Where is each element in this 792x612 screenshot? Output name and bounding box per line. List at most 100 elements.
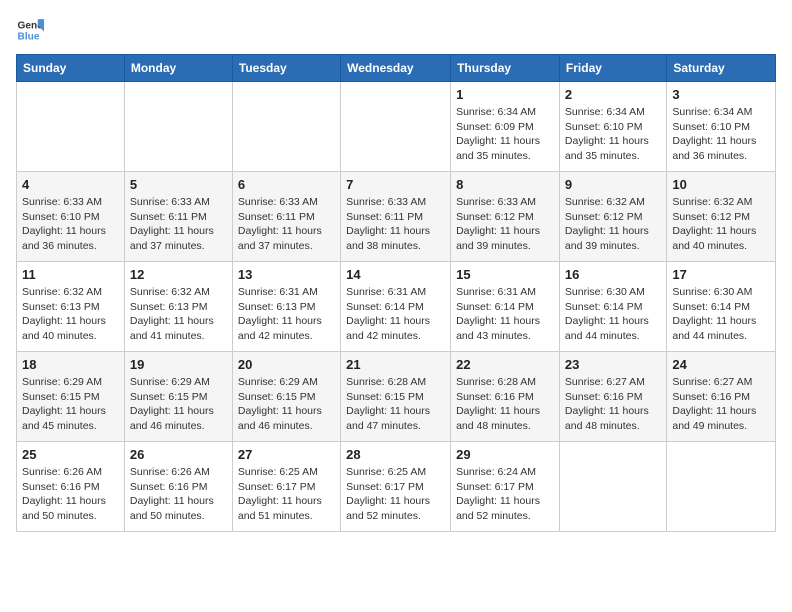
calendar-cell: 2 Sunrise: 6:34 AM Sunset: 6:10 PM Daylig… xyxy=(559,82,666,172)
day-info: Sunrise: 6:25 AM Sunset: 6:17 PM Dayligh… xyxy=(346,465,445,524)
calendar-cell: 27 Sunrise: 6:25 AM Sunset: 6:17 PM Dayli… xyxy=(232,442,340,532)
day-info: Sunrise: 6:33 AM Sunset: 6:11 PM Dayligh… xyxy=(238,195,335,254)
calendar-cell: 16 Sunrise: 6:30 AM Sunset: 6:14 PM Dayli… xyxy=(559,262,666,352)
calendar-cell: 12 Sunrise: 6:32 AM Sunset: 6:13 PM Dayli… xyxy=(124,262,232,352)
calendar-cell: 5 Sunrise: 6:33 AM Sunset: 6:11 PM Daylig… xyxy=(124,172,232,262)
day-number: 24 xyxy=(672,357,770,372)
day-number: 20 xyxy=(238,357,335,372)
day-info: Sunrise: 6:33 AM Sunset: 6:11 PM Dayligh… xyxy=(346,195,445,254)
column-header-sunday: Sunday xyxy=(17,55,125,82)
day-number: 22 xyxy=(456,357,554,372)
calendar-cell: 8 Sunrise: 6:33 AM Sunset: 6:12 PM Daylig… xyxy=(451,172,560,262)
calendar-cell: 3 Sunrise: 6:34 AM Sunset: 6:10 PM Daylig… xyxy=(667,82,776,172)
day-info: Sunrise: 6:29 AM Sunset: 6:15 PM Dayligh… xyxy=(238,375,335,434)
calendar-cell xyxy=(124,82,232,172)
calendar-week-row: 1 Sunrise: 6:34 AM Sunset: 6:09 PM Daylig… xyxy=(17,82,776,172)
calendar-cell: 15 Sunrise: 6:31 AM Sunset: 6:14 PM Dayli… xyxy=(451,262,560,352)
calendar-cell xyxy=(17,82,125,172)
day-info: Sunrise: 6:34 AM Sunset: 6:10 PM Dayligh… xyxy=(565,105,661,164)
calendar-cell: 1 Sunrise: 6:34 AM Sunset: 6:09 PM Daylig… xyxy=(451,82,560,172)
day-number: 27 xyxy=(238,447,335,462)
calendar-cell: 26 Sunrise: 6:26 AM Sunset: 6:16 PM Dayli… xyxy=(124,442,232,532)
calendar-cell: 29 Sunrise: 6:24 AM Sunset: 6:17 PM Dayli… xyxy=(451,442,560,532)
calendar-week-row: 18 Sunrise: 6:29 AM Sunset: 6:15 PM Dayli… xyxy=(17,352,776,442)
calendar-cell: 13 Sunrise: 6:31 AM Sunset: 6:13 PM Dayli… xyxy=(232,262,340,352)
day-number: 17 xyxy=(672,267,770,282)
calendar-table: SundayMondayTuesdayWednesdayThursdayFrid… xyxy=(16,54,776,532)
day-number: 28 xyxy=(346,447,445,462)
day-number: 2 xyxy=(565,87,661,102)
calendar-cell: 17 Sunrise: 6:30 AM Sunset: 6:14 PM Dayli… xyxy=(667,262,776,352)
day-info: Sunrise: 6:29 AM Sunset: 6:15 PM Dayligh… xyxy=(130,375,227,434)
calendar-header-row: SundayMondayTuesdayWednesdayThursdayFrid… xyxy=(17,55,776,82)
day-number: 25 xyxy=(22,447,119,462)
calendar-cell: 20 Sunrise: 6:29 AM Sunset: 6:15 PM Dayli… xyxy=(232,352,340,442)
day-number: 23 xyxy=(565,357,661,372)
day-info: Sunrise: 6:33 AM Sunset: 6:11 PM Dayligh… xyxy=(130,195,227,254)
day-number: 4 xyxy=(22,177,119,192)
calendar-cell: 21Sunrise: 6:28 AM Sunset: 6:15 PM Dayli… xyxy=(341,352,451,442)
day-info: Sunrise: 6:26 AM Sunset: 6:16 PM Dayligh… xyxy=(130,465,227,524)
calendar-cell: 23Sunrise: 6:27 AM Sunset: 6:16 PM Dayli… xyxy=(559,352,666,442)
column-header-friday: Friday xyxy=(559,55,666,82)
day-info: Sunrise: 6:32 AM Sunset: 6:12 PM Dayligh… xyxy=(565,195,661,254)
calendar-cell: 7 Sunrise: 6:33 AM Sunset: 6:11 PM Daylig… xyxy=(341,172,451,262)
day-info: Sunrise: 6:32 AM Sunset: 6:13 PM Dayligh… xyxy=(22,285,119,344)
day-number: 19 xyxy=(130,357,227,372)
calendar-cell: 11 Sunrise: 6:32 AM Sunset: 6:13 PM Dayli… xyxy=(17,262,125,352)
calendar-cell xyxy=(667,442,776,532)
day-info: Sunrise: 6:27 AM Sunset: 6:16 PM Dayligh… xyxy=(672,375,770,434)
calendar-cell: 4 Sunrise: 6:33 AM Sunset: 6:10 PM Daylig… xyxy=(17,172,125,262)
day-info: Sunrise: 6:32 AM Sunset: 6:12 PM Dayligh… xyxy=(672,195,770,254)
column-header-monday: Monday xyxy=(124,55,232,82)
day-info: Sunrise: 6:26 AM Sunset: 6:16 PM Dayligh… xyxy=(22,465,119,524)
day-number: 7 xyxy=(346,177,445,192)
day-info: Sunrise: 6:31 AM Sunset: 6:14 PM Dayligh… xyxy=(456,285,554,344)
svg-text:Blue: Blue xyxy=(18,31,40,42)
calendar-cell: 6 Sunrise: 6:33 AM Sunset: 6:11 PM Daylig… xyxy=(232,172,340,262)
calendar-cell xyxy=(232,82,340,172)
day-info: Sunrise: 6:24 AM Sunset: 6:17 PM Dayligh… xyxy=(456,465,554,524)
day-info: Sunrise: 6:34 AM Sunset: 6:10 PM Dayligh… xyxy=(672,105,770,164)
day-number: 12 xyxy=(130,267,227,282)
calendar-cell: 28 Sunrise: 6:25 AM Sunset: 6:17 PM Dayli… xyxy=(341,442,451,532)
day-number: 8 xyxy=(456,177,554,192)
day-number: 16 xyxy=(565,267,661,282)
logo: General Blue xyxy=(16,16,44,44)
column-header-thursday: Thursday xyxy=(451,55,560,82)
day-info: Sunrise: 6:31 AM Sunset: 6:14 PM Dayligh… xyxy=(346,285,445,344)
day-number: 14 xyxy=(346,267,445,282)
day-number: 13 xyxy=(238,267,335,282)
calendar-cell: 22Sunrise: 6:28 AM Sunset: 6:16 PM Dayli… xyxy=(451,352,560,442)
day-number: 15 xyxy=(456,267,554,282)
day-number: 3 xyxy=(672,87,770,102)
day-info: Sunrise: 6:33 AM Sunset: 6:10 PM Dayligh… xyxy=(22,195,119,254)
day-info: Sunrise: 6:32 AM Sunset: 6:13 PM Dayligh… xyxy=(130,285,227,344)
day-number: 1 xyxy=(456,87,554,102)
column-header-wednesday: Wednesday xyxy=(341,55,451,82)
day-info: Sunrise: 6:25 AM Sunset: 6:17 PM Dayligh… xyxy=(238,465,335,524)
day-info: Sunrise: 6:31 AM Sunset: 6:13 PM Dayligh… xyxy=(238,285,335,344)
day-number: 9 xyxy=(565,177,661,192)
day-info: Sunrise: 6:30 AM Sunset: 6:14 PM Dayligh… xyxy=(672,285,770,344)
day-info: Sunrise: 6:29 AM Sunset: 6:15 PM Dayligh… xyxy=(22,375,119,434)
calendar-cell: 14 Sunrise: 6:31 AM Sunset: 6:14 PM Dayli… xyxy=(341,262,451,352)
day-number: 26 xyxy=(130,447,227,462)
day-info: Sunrise: 6:30 AM Sunset: 6:14 PM Dayligh… xyxy=(565,285,661,344)
day-info: Sunrise: 6:33 AM Sunset: 6:12 PM Dayligh… xyxy=(456,195,554,254)
day-number: 29 xyxy=(456,447,554,462)
day-number: 11 xyxy=(22,267,119,282)
calendar-cell: 18 Sunrise: 6:29 AM Sunset: 6:15 PM Dayli… xyxy=(17,352,125,442)
day-info: Sunrise: 6:28 AM Sunset: 6:15 PM Dayligh… xyxy=(346,375,445,434)
day-number: 10 xyxy=(672,177,770,192)
calendar-week-row: 11 Sunrise: 6:32 AM Sunset: 6:13 PM Dayli… xyxy=(17,262,776,352)
calendar-week-row: 25 Sunrise: 6:26 AM Sunset: 6:16 PM Dayli… xyxy=(17,442,776,532)
column-header-tuesday: Tuesday xyxy=(232,55,340,82)
calendar-cell xyxy=(559,442,666,532)
day-number: 6 xyxy=(238,177,335,192)
calendar-cell: 10 Sunrise: 6:32 AM Sunset: 6:12 PM Dayli… xyxy=(667,172,776,262)
day-number: 5 xyxy=(130,177,227,192)
calendar-week-row: 4 Sunrise: 6:33 AM Sunset: 6:10 PM Daylig… xyxy=(17,172,776,262)
day-number: 18 xyxy=(22,357,119,372)
day-info: Sunrise: 6:34 AM Sunset: 6:09 PM Dayligh… xyxy=(456,105,554,164)
